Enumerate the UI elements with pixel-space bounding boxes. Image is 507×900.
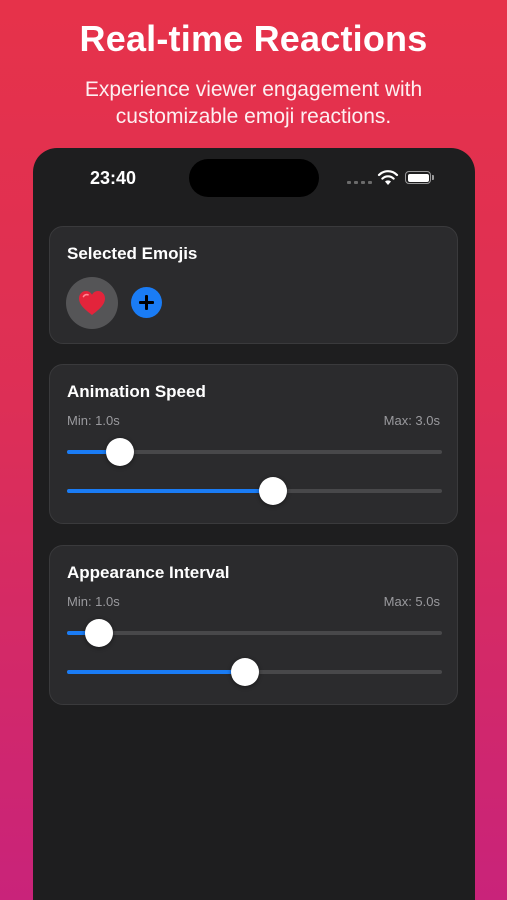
animation-speed-title: Animation Speed	[67, 382, 206, 401]
status-bar-time: 23:40	[90, 168, 137, 188]
promo-subline: Experience viewer engagement with custom…	[84, 78, 423, 128]
slider-thumb[interactable]	[231, 658, 260, 686]
animation-speed-max-slider[interactable]	[67, 477, 442, 505]
appearance-interval-min-slider[interactable]	[67, 619, 442, 647]
dynamic-island	[189, 159, 319, 197]
animation-speed-min-label: Min: 1.0s	[67, 413, 120, 428]
appearance-interval-title: Appearance Interval	[67, 563, 230, 582]
cellular-signal-icon	[347, 181, 372, 184]
promo-headline: Real-time Reactions	[79, 18, 428, 59]
app-screenshot: { "promo": { "headline": "Real-time Reac…	[0, 0, 507, 900]
selected-emoji-heart[interactable]	[66, 277, 118, 329]
appearance-interval-max-slider[interactable]	[67, 658, 442, 686]
appearance-interval-card: Appearance Interval Min: 1.0s Max: 5.0s	[49, 545, 458, 705]
selected-emojis-title: Selected Emojis	[67, 244, 198, 263]
slider-thumb[interactable]	[259, 477, 288, 505]
selected-emojis-card: Selected Emojis	[49, 226, 458, 344]
battery-icon	[405, 171, 431, 184]
animation-speed-card: Animation Speed Min: 1.0s Max: 3.0s	[49, 364, 458, 524]
phone-screen: 23:40 Selected Emojis Animation Speed Mi…	[33, 148, 475, 900]
slider-thumb[interactable]	[84, 619, 113, 647]
appearance-interval-max-label: Max: 5.0s	[383, 594, 440, 609]
animation-speed-max-label: Max: 3.0s	[383, 413, 440, 428]
animation-speed-min-slider[interactable]	[67, 438, 442, 466]
wifi-icon	[377, 170, 399, 185]
add-emoji-button[interactable]	[131, 287, 162, 318]
appearance-interval-min-label: Min: 1.0s	[67, 594, 120, 609]
slider-thumb[interactable]	[105, 438, 134, 466]
heart-emoji-icon	[79, 291, 105, 315]
